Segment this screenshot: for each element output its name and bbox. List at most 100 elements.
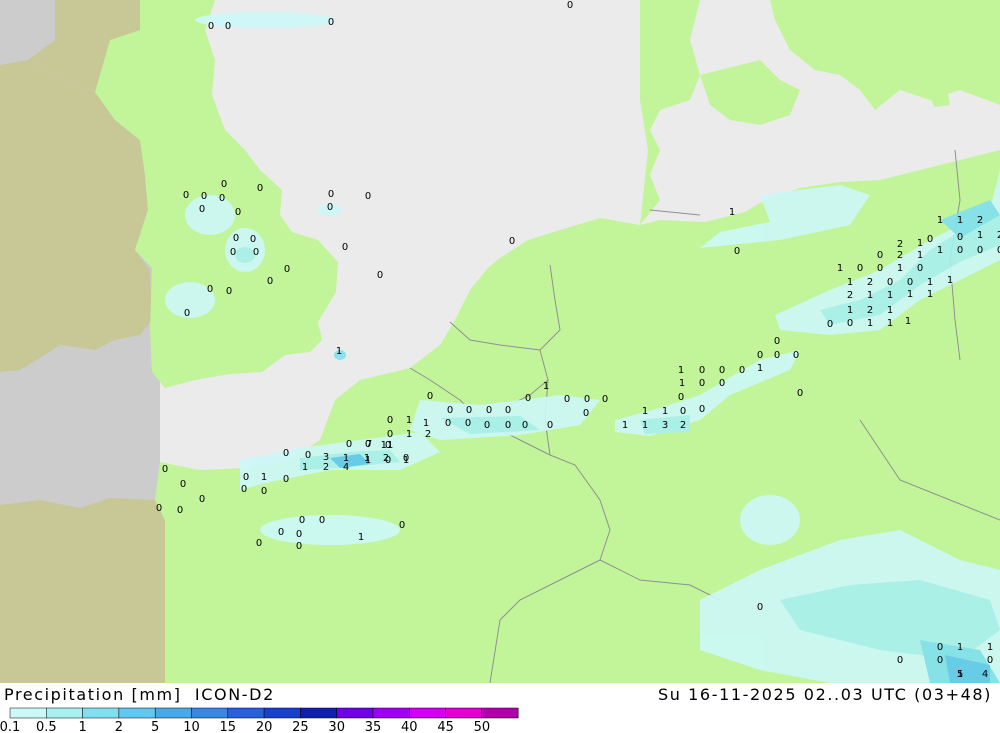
precip-value-label: 0	[403, 453, 409, 464]
precip-value-label: 1	[336, 346, 342, 357]
legend-swatch	[445, 707, 483, 719]
legend-swatch	[82, 707, 120, 719]
legend-tick-label: 0.1	[0, 720, 20, 733]
precip-value-label: 0	[957, 245, 963, 256]
legend-tick-label: 25	[292, 720, 309, 733]
precip-value-label: 1	[907, 289, 913, 300]
precip-value-label: 1	[847, 277, 853, 288]
legend-swatch	[46, 707, 83, 719]
precip-value-label: 0	[567, 0, 573, 11]
precip-value-label: 0	[937, 642, 943, 653]
precip-value-label: 1	[887, 305, 893, 316]
precip-value-label: 0	[793, 350, 799, 361]
legend-swatch	[118, 707, 156, 719]
precip-value-label: 0	[219, 193, 225, 204]
legend-swatch	[336, 707, 374, 719]
precip-value-label: 1	[937, 245, 943, 256]
precip-value-label: 1	[917, 250, 923, 261]
precip-value-label: 0	[183, 190, 189, 201]
precip-value-label: 0	[757, 350, 763, 361]
precip-value-label: 1	[837, 263, 843, 274]
precip-value-label: 0	[505, 405, 511, 416]
precip-value-label: 0	[208, 21, 214, 32]
precip-value-label: 0	[156, 503, 162, 514]
precip-value-label: 0	[201, 191, 207, 202]
legend-tick-label: 1	[78, 720, 86, 733]
precip-value-label: 1	[678, 365, 684, 376]
precip-value-label: 0	[253, 247, 259, 258]
outside-domain-land-france	[0, 498, 165, 683]
map-datetime: Su 16-11-2025 02..03 UTC (03+48)	[657, 685, 992, 704]
precip-value-label: 2	[847, 290, 853, 301]
legend-tick-label: 45	[437, 720, 454, 733]
precip-value-label: 0	[235, 207, 241, 218]
precip-value-label: 2	[897, 250, 903, 261]
precip-value-label: 0	[509, 236, 515, 247]
precip-value-label: 0	[233, 233, 239, 244]
precip-value-label: 0	[327, 202, 333, 213]
precip-value-label: 0	[342, 242, 348, 253]
precip-value-label: 0	[296, 541, 302, 552]
precip-value-label: 0	[699, 378, 705, 389]
legend-swatch	[154, 707, 192, 719]
precip-value-label: 1	[423, 418, 429, 429]
precip-value-label: 0	[241, 484, 247, 495]
precip-value-label: 0	[877, 250, 883, 261]
precip-value-label: 0	[199, 204, 205, 215]
precip-value-label: 0	[328, 17, 334, 28]
precip-value-label: 1	[917, 238, 923, 249]
precip-value-label: 0	[162, 464, 168, 475]
precip-value-label: 0	[680, 406, 686, 417]
legend-swatch	[191, 707, 229, 719]
precip-value-label: 1	[358, 532, 364, 543]
precip-value-label: 1	[406, 429, 412, 440]
precip-value-label: 0	[486, 405, 492, 416]
color-legend: 0.1 0.5 1 2 5 10 15 20 25 30 35 40 45 50	[0, 707, 520, 733]
precip-value-label: 1	[867, 290, 873, 301]
precip-value-label: 0	[774, 350, 780, 361]
legend-swatch	[372, 707, 410, 719]
precip-value-label: 0	[225, 21, 231, 32]
precip-value-label: 0	[987, 655, 993, 666]
precip-value-label: 7	[366, 439, 372, 450]
precip-value-label: 0	[261, 486, 267, 497]
precip-value-label: 1	[867, 318, 873, 329]
precip-value-label: 0	[522, 420, 528, 431]
legend-tick-label: 20	[256, 720, 273, 733]
precip-value-label: 0	[957, 232, 963, 243]
precip-value-label: 0	[584, 394, 590, 405]
legend-swatch	[227, 707, 265, 719]
precip-value-label: 1	[642, 420, 648, 431]
precip-value-label: 0	[177, 505, 183, 516]
precip-value-label: 4	[982, 669, 988, 680]
legend-tick-label: 0.5	[36, 720, 57, 733]
precip-value-label: 0	[877, 263, 883, 274]
precip-value-label: 2	[977, 215, 983, 226]
precip-value-label: 0	[719, 378, 725, 389]
precip-value-label: 3	[662, 420, 668, 431]
precip-value-label: 0	[226, 286, 232, 297]
precip-value-label: 1	[927, 289, 933, 300]
precip-value-label: 2	[897, 239, 903, 250]
precip-value-label: 0	[377, 270, 383, 281]
precip-value-label: 0	[927, 234, 933, 245]
precip-value-label: 1	[957, 642, 963, 653]
precip-value-label: 2	[425, 429, 431, 440]
precip-value-label: 0	[278, 527, 284, 538]
precip-value-label: 0	[267, 276, 273, 287]
precip-value-label: 2	[323, 462, 329, 473]
precip-value-label: 0	[328, 189, 334, 200]
precip-value-label: 1	[406, 415, 412, 426]
precip-value-label: 0	[399, 520, 405, 531]
precip-value-label: 0	[977, 245, 983, 256]
legend-tick-label: 5	[151, 720, 159, 733]
precip-value-label: 0	[230, 247, 236, 258]
precip-value-label: 0	[847, 318, 853, 329]
legend-tick-label: 15	[220, 720, 237, 733]
precip-value-label: 1	[977, 230, 983, 241]
precip-value-label: 0	[465, 418, 471, 429]
precip-value-label: 0	[505, 420, 511, 431]
map-title: Precipitation [mm] ICON-D2	[4, 685, 275, 704]
precip-value-label: 0	[180, 479, 186, 490]
precip-value-label: 0	[734, 246, 740, 257]
